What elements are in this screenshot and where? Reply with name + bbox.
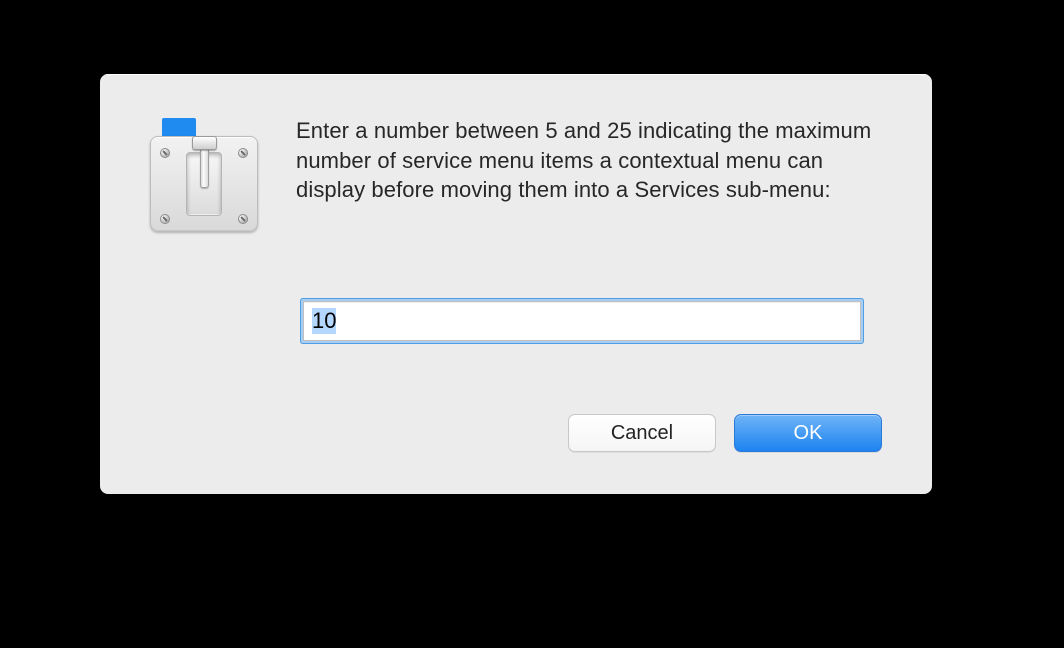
switch-stick [200,144,209,188]
stage: Enter a number between 5 and 25 indicati… [0,0,1064,648]
cancel-button[interactable]: Cancel [568,414,716,452]
dialog-buttons: Cancel OK [568,414,882,452]
ok-button-label: OK [794,422,823,445]
switch-knob [192,136,217,150]
cancel-button-label: Cancel [611,422,673,445]
screw-icon [160,148,170,158]
screw-icon [238,214,248,224]
screw-icon [160,214,170,224]
focus-ring [300,298,864,344]
dialog-content: Enter a number between 5 and 25 indicati… [100,74,932,494]
switch-plate-icon [144,118,264,238]
ok-button[interactable]: OK [734,414,882,452]
dialog-prompt: Enter a number between 5 and 25 indicati… [296,112,892,238]
screw-icon [238,148,248,158]
dialog-top-row: Enter a number between 5 and 25 indicati… [144,112,892,238]
input-focus-ring [300,298,864,344]
dialog-sheet: Enter a number between 5 and 25 indicati… [100,74,932,494]
number-input[interactable] [303,301,861,341]
